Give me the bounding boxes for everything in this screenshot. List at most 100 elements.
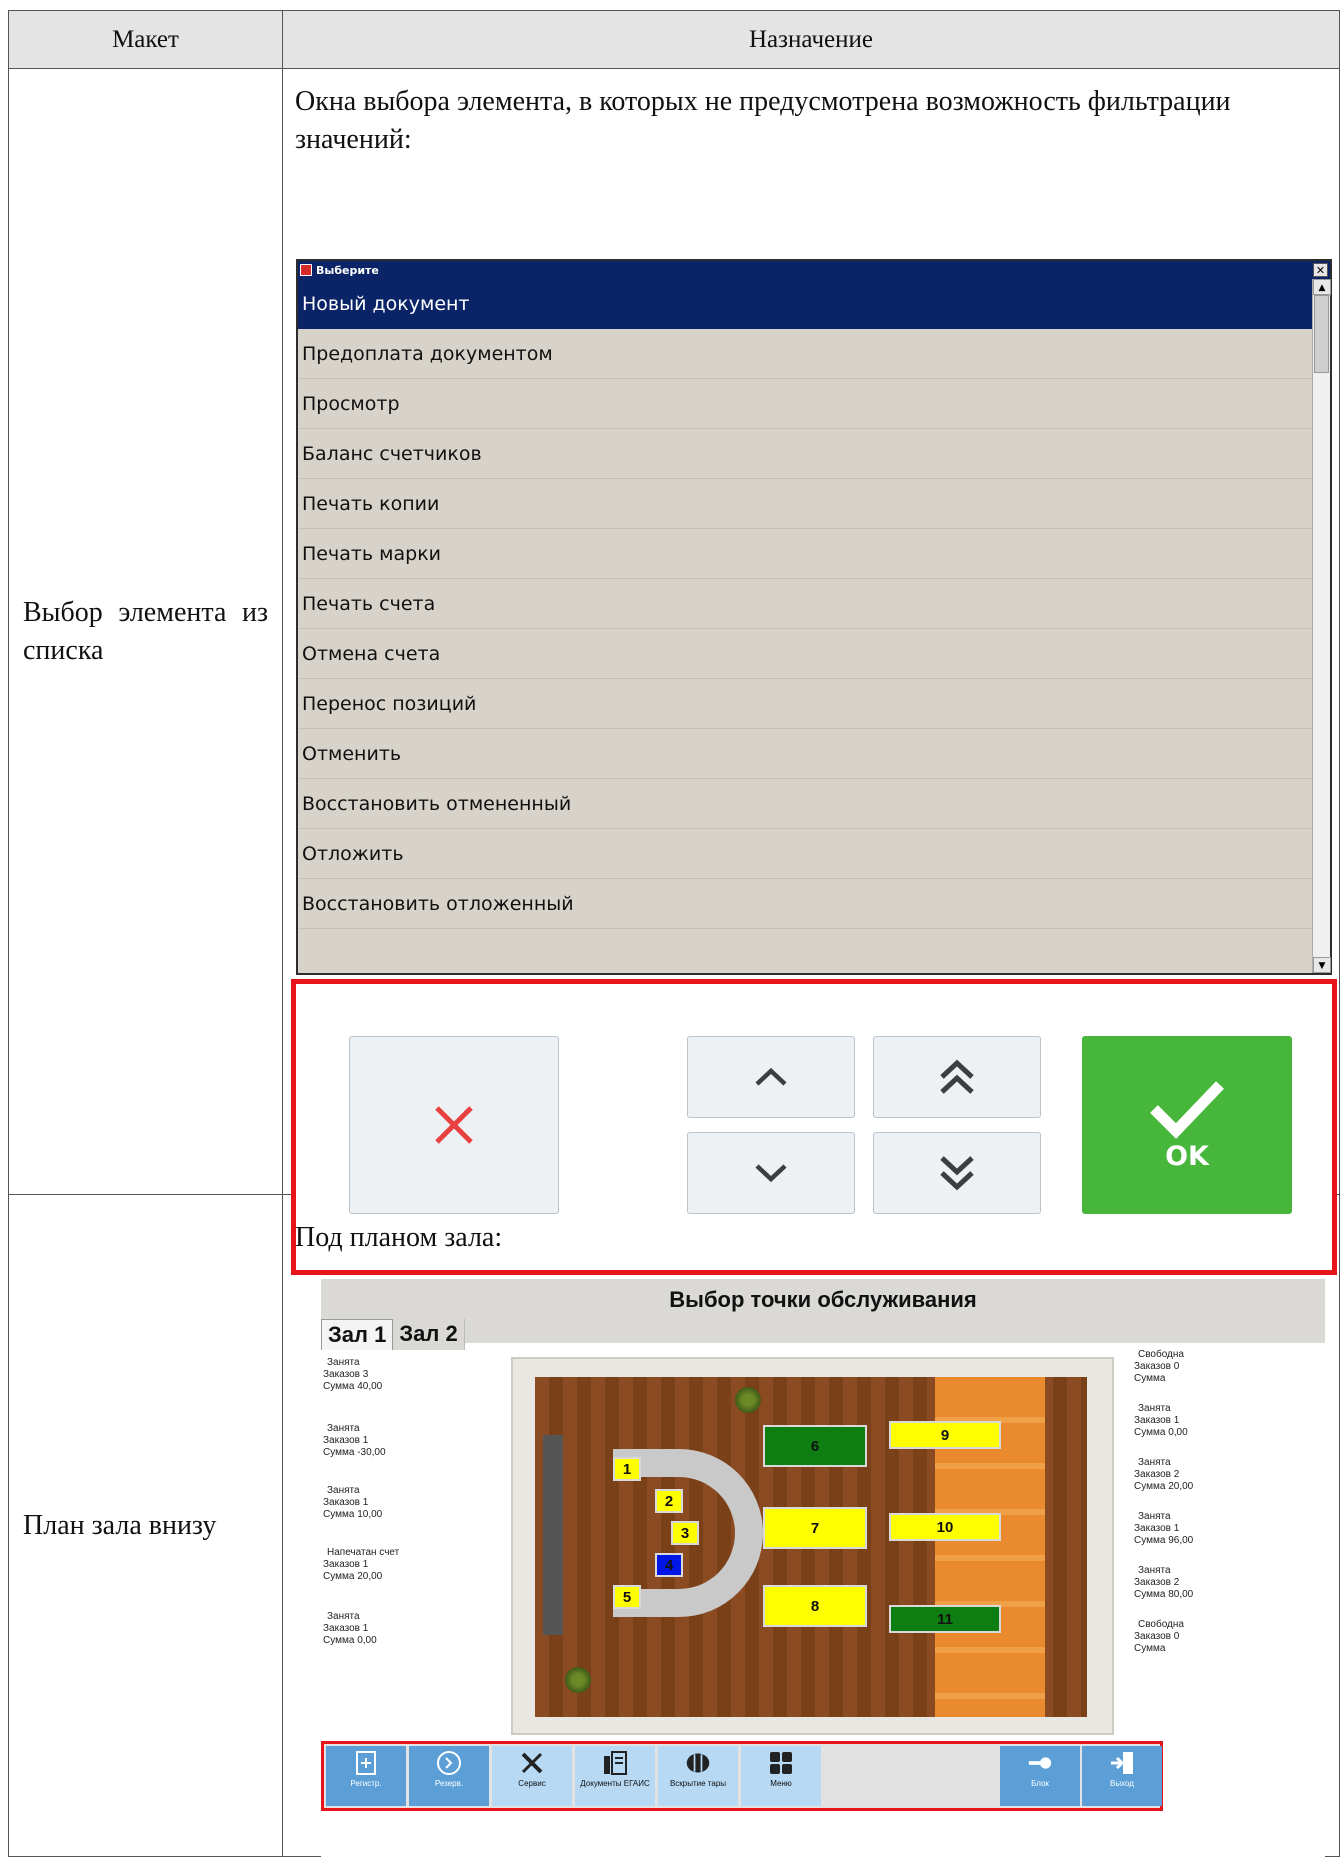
document-table: Макет Назначение Выбор элемента из списк… [8,10,1340,1857]
scroll-thumb[interactable] [1314,295,1329,373]
plant-icon [735,1387,761,1413]
description-text: Под планом зала: [295,1222,503,1253]
status-orders: Заказов 2 [1134,1469,1180,1480]
tools-icon [519,1750,545,1776]
status-orders: Заказов 1 [1134,1415,1180,1426]
table-11[interactable]: 11 [889,1605,1001,1633]
cancel-button[interactable] [349,1036,559,1214]
dialog-title-bar: Выберите [298,261,1330,279]
list-item[interactable]: Печать копии [298,479,1314,529]
scroll-down-arrow-icon[interactable]: ▼ [1313,957,1331,973]
grid-menu-icon [768,1750,794,1776]
exit-button[interactable]: Выход [1082,1746,1162,1806]
row-label-hall-plan: План зала внизу [8,1194,283,1857]
hall-tabs: Зал 1 Зал 2 [321,1319,465,1350]
status-state: Свободна [1138,1619,1184,1630]
table-5[interactable]: 5 [613,1585,641,1609]
lock-button[interactable]: Блок [1000,1746,1080,1806]
list-item[interactable]: Отмена счета [298,629,1314,679]
status-orders: Заказов 1 [323,1435,369,1446]
table-6[interactable]: 6 [763,1425,867,1467]
status-sum: Сумма 96,00 [1134,1535,1194,1546]
tab-hall-2[interactable]: Зал 2 [393,1319,465,1350]
status-sum: Сумма 40,00 [323,1381,383,1392]
table-8[interactable]: 8 [763,1585,867,1627]
row-content-hall-plan: Под планом зала: Выбор точки обслуживани… [282,1194,1340,1857]
list-item[interactable]: Предоплата документом [298,329,1314,379]
table-9[interactable]: 9 [889,1421,1001,1449]
reserve-button[interactable]: Резерв. [409,1746,489,1806]
status-orders: Заказов 1 [323,1623,369,1634]
status-state: Занята [327,1357,360,1368]
chevron-up-icon [755,1067,787,1086]
table-1[interactable]: 1 [613,1457,641,1481]
status-sum: Сумма 80,00 [1134,1589,1194,1600]
status-sum: Сумма 0,00 [1134,1427,1188,1438]
table-2[interactable]: 2 [655,1489,683,1513]
status-orders: Заказов 1 [1134,1523,1180,1534]
list-item[interactable]: Просмотр [298,379,1314,429]
list-item[interactable]: Отменить [298,729,1314,779]
table-10[interactable]: 10 [889,1513,1001,1541]
hall-plan-screen: Выбор точки обслуживания Зал 1 Зал 2 Зан… [321,1279,1325,1857]
column-header-purpose: Назначение [282,10,1340,69]
selection-dialog: Выберите ✕ Новый документ Предоплата док… [296,259,1332,975]
row-list-selection: Выбор элемента из списка Окна выбора эле… [8,68,1340,1275]
status-sum: Сумма 20,00 [323,1571,383,1582]
table-status: Напечатан счет Заказов 1 Сумма 20,00 [323,1547,443,1583]
status-orders: Заказов 0 [1134,1361,1180,1372]
status-orders: Заказов 3 [323,1369,369,1380]
status-sum: Сумма 0,00 [323,1635,377,1646]
list-item[interactable]: Восстановить отложенный [298,879,1314,929]
list-item[interactable]: Отложить [298,829,1314,879]
scroll-up-arrow-icon[interactable]: ▲ [1313,279,1331,295]
bottle-document-icon [602,1750,628,1776]
egais-documents-button[interactable]: Документы ЕГАИС [575,1746,655,1806]
hall-title: Выбор точки обслуживания [321,1279,1325,1343]
table-4[interactable]: 4 [655,1553,683,1577]
list-item[interactable]: Перенос позиций [298,679,1314,729]
status-state: Занята [1138,1403,1171,1414]
table-status: Занята Заказов 1 Сумма 96,00 [1134,1511,1254,1547]
row-hall-plan: План зала внизу Под планом зала: Выбор т… [8,1194,1340,1857]
tab-hall-1[interactable]: Зал 1 [321,1319,394,1350]
service-button[interactable]: Сервис [492,1746,572,1806]
status-state: Напечатан счет [327,1547,400,1558]
column-header-layout: Макет [8,10,283,69]
scroll-up-button[interactable] [687,1036,855,1118]
close-icon[interactable]: ✕ [1313,263,1328,277]
status-sum: Сумма [1134,1643,1166,1654]
page-up-button[interactable] [873,1036,1041,1118]
register-button[interactable]: Регистр. [326,1746,406,1806]
open-container-button[interactable]: Вскрытие тары [658,1746,738,1806]
header-row: Макет Назначение [8,10,1340,69]
list-item[interactable]: Восстановить отмененный [298,779,1314,829]
table-status: Свободна Заказов 0 Сумма [1134,1349,1254,1385]
list-scrollbar[interactable]: ▲ ▼ [1312,279,1331,973]
menu-button[interactable]: Меню [741,1746,821,1806]
key-icon [1027,1750,1053,1776]
open-container-label: Вскрытие тары [669,1779,727,1788]
ok-label: OK [1165,1140,1209,1172]
app-icon [300,264,312,276]
bottom-toolbar: Регистр. Резерв. Сервис Документы ЕГАИС … [321,1741,1163,1811]
status-sum: Сумма [1134,1373,1166,1384]
table-status: Занята Заказов 1 Сумма 0,00 [1134,1403,1254,1439]
status-orders: Заказов 2 [1134,1577,1180,1588]
list-item[interactable]: Печать марки [298,529,1314,579]
dialog-title: Выберите [316,263,379,277]
status-sum: Сумма 10,00 [323,1509,383,1520]
table-7[interactable]: 7 [763,1507,867,1549]
list-item[interactable]: Новый документ [298,279,1314,329]
plant-icon [565,1667,591,1693]
table-status: Занята Заказов 2 Сумма 80,00 [1134,1565,1254,1601]
ok-button[interactable]: OK [1082,1036,1292,1214]
status-state: Занята [1138,1457,1171,1468]
status-orders: Заказов 0 [1134,1631,1180,1642]
list-item[interactable]: Печать счета [298,579,1314,629]
clock-icon [436,1750,462,1776]
table-status: Занята Заказов 3 Сумма 40,00 [323,1357,443,1393]
list-item[interactable]: Баланс счетчиков [298,429,1314,479]
table-3[interactable]: 3 [671,1521,699,1545]
status-state: Свободна [1138,1349,1184,1360]
